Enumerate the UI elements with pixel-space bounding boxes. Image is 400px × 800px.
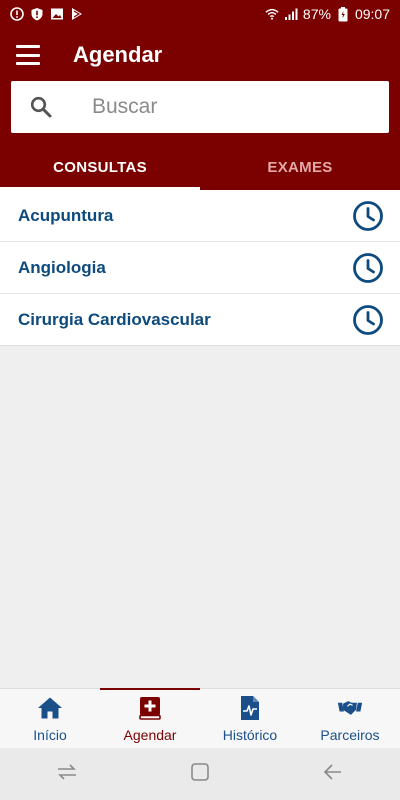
play-store-icon [70, 7, 84, 21]
nav-item-inicio[interactable]: Início [0, 689, 100, 748]
nav-item-parceiros[interactable]: Parceiros [300, 689, 400, 748]
home-square-icon [190, 762, 210, 787]
system-status: 87% 09:07 [265, 6, 390, 22]
specialty-label: Cirurgia Cardiovascular [18, 309, 211, 329]
list-item[interactable]: Cirurgia Cardiovascular [0, 294, 400, 346]
home-icon [37, 695, 63, 721]
recents-icon [56, 763, 78, 786]
nav-label: Histórico [222, 726, 278, 743]
notification-icons [10, 7, 84, 21]
nav-item-historico[interactable]: Histórico [200, 689, 300, 748]
shield-alert-icon [30, 7, 44, 21]
battery-percent: 87% [302, 6, 331, 22]
menu-icon-line [16, 45, 40, 48]
clock-icon[interactable] [352, 200, 384, 232]
alert-circle-icon [10, 7, 24, 21]
list-item[interactable]: Angiologia [0, 242, 400, 294]
back-button[interactable] [313, 754, 353, 794]
back-arrow-icon [323, 763, 343, 786]
menu-icon-line [16, 62, 40, 65]
clock-time: 09:07 [354, 6, 390, 22]
search-bar[interactable] [11, 81, 389, 133]
home-button[interactable] [180, 754, 220, 794]
search-icon [11, 95, 71, 119]
image-icon [50, 7, 64, 21]
page-title: Agendar [73, 42, 163, 67]
clock-icon[interactable] [352, 252, 384, 284]
nav-label: Parceiros [320, 726, 380, 743]
system-navigation-bar [0, 748, 400, 800]
tab-consultas[interactable]: CONSULTAS [0, 145, 200, 190]
recents-button[interactable] [47, 754, 87, 794]
battery-icon [336, 6, 350, 21]
nav-label: Agendar [123, 726, 177, 743]
tab-exames[interactable]: EXAMES [200, 145, 400, 190]
nav-label: Início [33, 726, 67, 743]
search-input[interactable] [92, 95, 372, 119]
handshake-icon [337, 695, 363, 721]
medical-book-icon [137, 695, 163, 721]
tab-bar: CONSULTAS EXAMES [0, 145, 400, 190]
app-bar: Agendar CONSULTAS EXAMES [0, 28, 400, 190]
bottom-navigation: Início Agendar Histórico Parceiros [0, 688, 400, 748]
signal-icon [284, 7, 298, 21]
specialty-list: Acupuntura Angiologia Cirurgia Cardiovas… [0, 190, 400, 346]
menu-button[interactable] [16, 45, 40, 65]
specialty-label: Acupuntura [18, 205, 114, 225]
list-item[interactable]: Acupuntura [0, 190, 400, 242]
status-bar: 87% 09:07 [0, 0, 400, 28]
clock-icon[interactable] [352, 304, 384, 336]
nav-item-agendar[interactable]: Agendar [100, 688, 200, 748]
menu-icon-line [16, 53, 40, 57]
specialty-label: Angiologia [18, 257, 106, 277]
wifi-icon [265, 7, 279, 21]
document-pulse-icon [237, 695, 263, 721]
